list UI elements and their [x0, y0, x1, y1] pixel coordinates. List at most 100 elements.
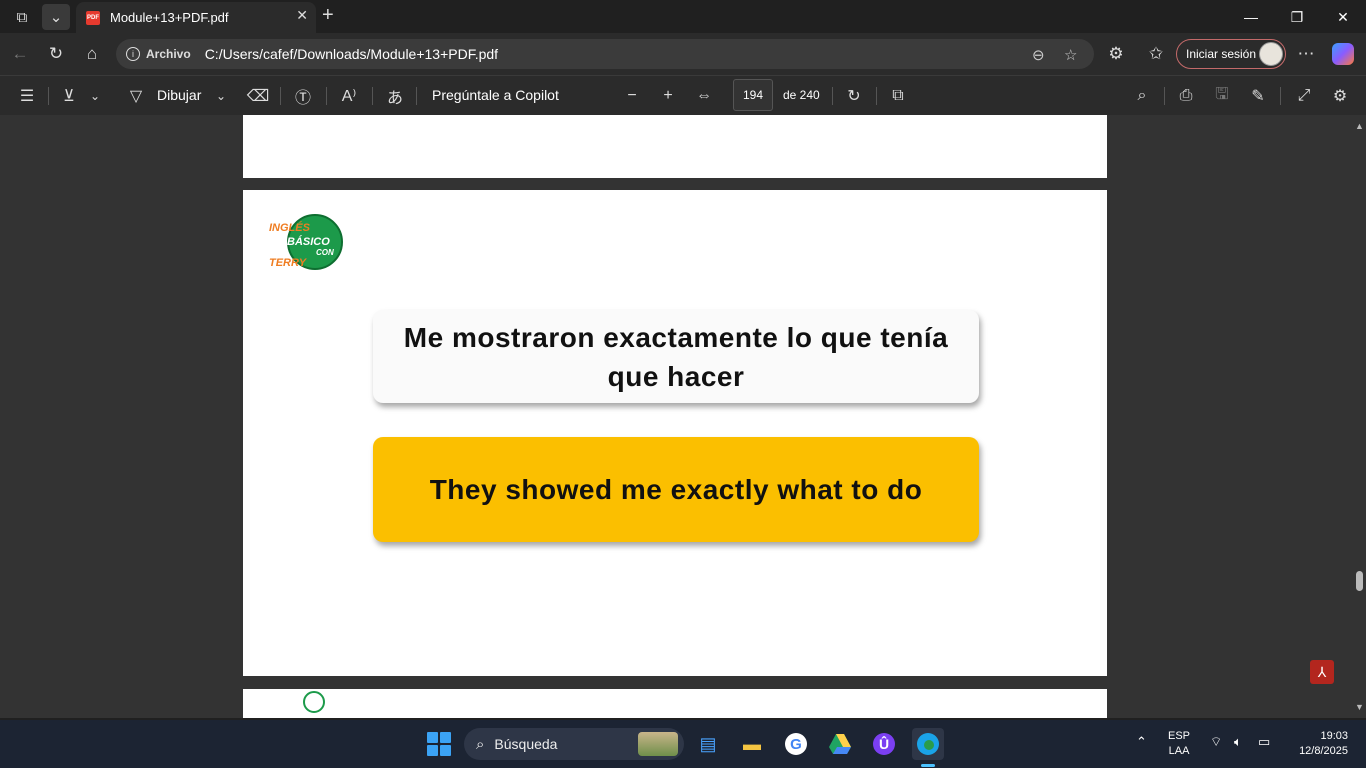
fullscreen-icon[interactable]: ⤢	[1292, 84, 1316, 108]
chrome-icon[interactable]: G	[780, 728, 812, 760]
ask-copilot-button[interactable]: Pregúntale a Copilot	[432, 87, 559, 103]
system-clock[interactable]: 19:03 12/8/2025	[1288, 729, 1348, 759]
minimize-icon[interactable]: —	[1228, 4, 1274, 30]
scroll-thumb[interactable]	[1356, 571, 1363, 591]
pdf-page-next	[243, 689, 1107, 718]
draw-button[interactable]: Dibujar	[157, 87, 201, 103]
divider	[876, 87, 877, 105]
show-hidden-icons-chevron-icon[interactable]: ⌃	[1136, 734, 1147, 750]
search-placeholder: Búsqueda	[494, 736, 558, 752]
save-as-icon[interactable]: ✎	[1246, 84, 1270, 108]
draw-icon[interactable]: ▽	[124, 84, 148, 108]
avatar	[1259, 42, 1283, 66]
title-bar: ⧉ ⌄ PDF Module+13+PDF.pdf ✕ + — ❐ ✕	[0, 0, 1366, 33]
page-total: de 240	[783, 88, 820, 102]
site-label: Archivo	[146, 47, 191, 61]
print-icon[interactable]: ⎙	[1174, 84, 1198, 108]
google-drive-icon[interactable]	[824, 728, 856, 760]
english-sentence-card: They showed me exactly what to do	[373, 437, 979, 542]
new-tab-icon[interactable]: +	[322, 4, 334, 27]
divider	[832, 87, 833, 105]
divider	[416, 87, 417, 105]
address-input[interactable]: i Archivo C:/Users/cafef/Downloads/Modul…	[116, 39, 1094, 69]
zoom-in-icon[interactable]: +	[656, 84, 680, 108]
scroll-up-icon[interactable]: ▲	[1355, 121, 1364, 131]
pdf-icon: PDF	[86, 10, 100, 25]
search-icon[interactable]: ⌕	[1130, 84, 1154, 108]
clock-date: 12/8/2025	[1299, 745, 1348, 757]
pdf-page-current: INGLÉS BÁSICO CON TERRY Me mostraron exa…	[243, 190, 1107, 676]
signin-label: Iniciar sesión	[1186, 47, 1257, 61]
page-view-icon[interactable]: ⧉	[886, 84, 910, 108]
adobe-acrobat-icon[interactable]: ⅄	[1310, 660, 1334, 684]
translate-icon[interactable]: あ	[382, 84, 408, 108]
notepad-icon[interactable]: ▤	[692, 728, 724, 760]
search-highlight-image	[638, 732, 678, 756]
scroll-down-icon[interactable]: ▼	[1355, 702, 1364, 712]
tab-actions-chevron-icon[interactable]: ⌄	[42, 4, 70, 30]
highlight-chevron-down-icon[interactable]: ⌄	[86, 84, 104, 108]
vertical-scrollbar[interactable]: ▲ ▼	[1352, 115, 1366, 718]
favorites-icon[interactable]: ✩	[1142, 41, 1170, 67]
pdf-page-previous	[243, 115, 1107, 178]
proton-vpn-icon[interactable]: Û	[868, 728, 900, 760]
highlight-icon[interactable]: ⊻	[58, 84, 80, 108]
svg-text:Û: Û	[879, 735, 889, 752]
active-tab[interactable]: PDF Module+13+PDF.pdf ✕	[76, 2, 316, 33]
back-icon[interactable]: ←	[6, 41, 34, 67]
clock-time: 19:03	[1320, 730, 1348, 742]
add-text-icon[interactable]: Ⓣ	[290, 84, 316, 108]
divider	[326, 87, 327, 105]
signin-button[interactable]: Iniciar sesión	[1176, 39, 1286, 69]
divider	[48, 87, 49, 105]
page-number-input[interactable]: 194	[733, 79, 773, 111]
copilot-icon[interactable]	[1332, 43, 1354, 65]
info-icon[interactable]: i	[126, 47, 140, 61]
restore-icon[interactable]: ❐	[1274, 4, 1320, 30]
zoom-icon[interactable]: ⊖	[1032, 46, 1045, 64]
refresh-icon[interactable]: ↻	[42, 41, 70, 67]
read-aloud-icon[interactable]: A⁾	[336, 84, 362, 108]
tab-title: Module+13+PDF.pdf	[110, 10, 229, 25]
taskbar: ⌕ Búsqueda ▤ ▬ G Û ⌃ ESP LAA ⌔ 🔈︎ ▭ 19:0…	[0, 720, 1366, 768]
more-options-icon[interactable]: ⋯	[1292, 41, 1320, 67]
close-tab-icon[interactable]: ✕	[296, 7, 308, 24]
fit-width-icon[interactable]: ⇔	[692, 84, 716, 108]
contents-list-icon[interactable]: ☰	[14, 84, 40, 108]
workspaces-icon[interactable]: ⧉	[8, 4, 36, 30]
language-code: ESP	[1168, 730, 1191, 742]
keyboard-layout: LAA	[1168, 745, 1190, 757]
close-window-icon[interactable]: ✕	[1320, 4, 1366, 30]
divider	[1280, 87, 1281, 105]
save-icon[interactable]: 🖫	[1210, 84, 1234, 108]
volume-icon[interactable]: 🔈︎	[1234, 734, 1242, 750]
divider	[280, 87, 281, 105]
home-icon[interactable]: ⌂	[78, 41, 106, 67]
divider	[1164, 87, 1165, 105]
input-language-indicator[interactable]: ESP LAA	[1168, 729, 1190, 759]
pdf-viewer[interactable]: INGLÉS BÁSICO CON TERRY Me mostraron exa…	[0, 115, 1366, 718]
windows-start-icon[interactable]	[427, 732, 451, 756]
active-app-indicator	[921, 764, 935, 767]
settings-gear-icon[interactable]: ⚙	[1328, 84, 1352, 108]
url-text[interactable]: C:/Users/cafef/Downloads/Module+13+PDF.p…	[205, 46, 498, 62]
pdf-toolbar: ☰ ⊻ ⌄ ▽ Dibujar ⌄ ⌫ Ⓣ A⁾ あ Pregúntale a …	[0, 75, 1366, 115]
file-explorer-icon[interactable]: ▬	[736, 728, 768, 760]
zoom-out-icon[interactable]: −	[620, 84, 644, 108]
edge-icon[interactable]	[912, 728, 944, 760]
taskbar-search-input[interactable]: ⌕ Búsqueda	[464, 728, 684, 760]
svg-text:G: G	[790, 736, 802, 753]
wifi-icon[interactable]: ⌔	[1210, 734, 1222, 750]
draw-chevron-down-icon[interactable]: ⌄	[212, 84, 230, 108]
battery-icon[interactable]: ▭	[1258, 734, 1270, 750]
divider	[372, 87, 373, 105]
clover-logo-icon	[303, 691, 325, 713]
ingles-basico-con-terry-logo: INGLÉS BÁSICO CON TERRY	[269, 212, 349, 272]
address-bar-row: ← ↻ ⌂ i Archivo C:/Users/cafef/Downloads…	[0, 33, 1366, 75]
eraser-icon[interactable]: ⌫	[246, 84, 270, 108]
rotate-icon[interactable]: ↻	[842, 84, 866, 108]
extensions-icon[interactable]: ⚙	[1102, 41, 1130, 67]
favorite-star-icon[interactable]: ☆	[1064, 46, 1077, 64]
search-icon: ⌕	[476, 735, 485, 753]
spanish-sentence-card: Me mostraron exactamente lo que tenía qu…	[373, 310, 979, 403]
